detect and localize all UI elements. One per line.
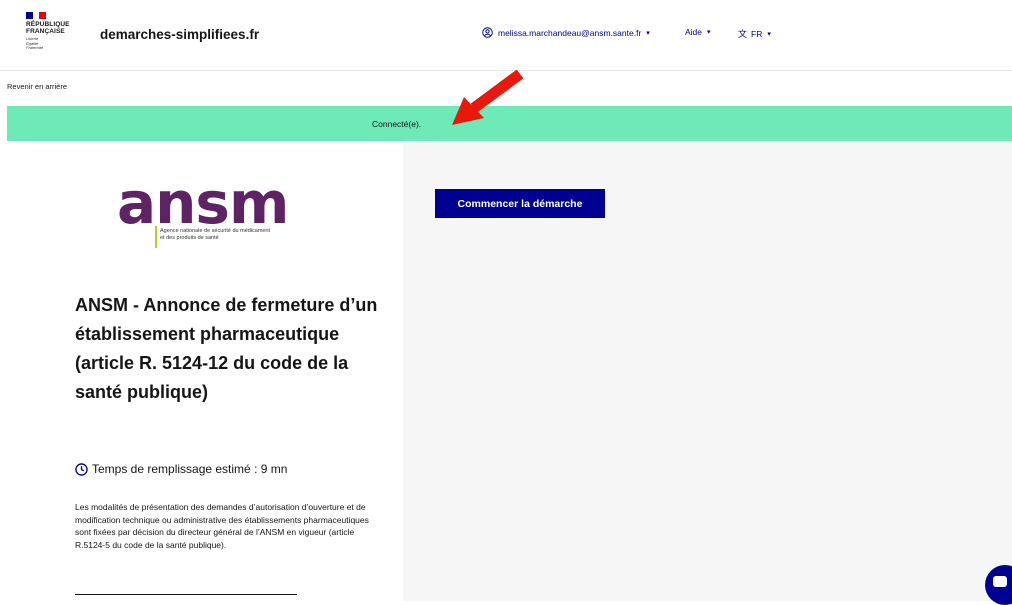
ansm-logo: ansm Agence nationale de sécurité du méd… (117, 169, 347, 261)
help-menu[interactable]: Aide ▾ (685, 27, 711, 37)
start-procedure-button[interactable]: Commencer la démarche (435, 189, 605, 218)
ansm-logo-word: ansm (117, 169, 289, 237)
translate-icon: 文 (738, 29, 748, 39)
language-menu[interactable]: 文 FR ▾ (738, 27, 771, 40)
republique-label: RÉPUBLIQUE FRANÇAISE (26, 21, 70, 35)
annotation-arrow-icon (452, 70, 523, 125)
procedure-description-panel: ansm Agence nationale de sécurité du méd… (7, 141, 403, 601)
ansm-logo-accent-bar (155, 226, 157, 248)
language-label: FR (751, 28, 763, 39)
back-link[interactable]: Revenir en arrière (7, 82, 67, 91)
user-circle-icon (482, 27, 493, 38)
flash-message: Connecté(e). (372, 119, 422, 129)
chevron-down-icon: ▾ (646, 29, 650, 37)
estimated-duration: Temps de remplissage estimé : 9 mn (75, 462, 287, 476)
header: RÉPUBLIQUE FRANÇAISE Liberté Égalité Fra… (0, 0, 1012, 71)
chevron-down-icon: ▾ (707, 29, 711, 36)
procedure-title: ANSM - Annonce de fermeture d’un établis… (75, 295, 378, 402)
devise: Liberté Égalité Fraternité (26, 36, 44, 50)
republique-francaise-logo[interactable]: RÉPUBLIQUE FRANÇAISE Liberté Égalité Fra… (26, 12, 70, 51)
help-label: Aide (685, 27, 703, 37)
site-name-link[interactable]: demarches-simplifiees.fr (100, 27, 259, 42)
user-menu[interactable]: melissa.marchandeau@ansm.sante.fr ▾ (482, 27, 650, 38)
ansm-logo-tagline: Agence nationale de sécurité du médicame… (160, 228, 271, 241)
procedure-action-panel: Commencer la démarche (403, 141, 1012, 601)
estimated-duration-text: Temps de remplissage estimé : 9 mn (92, 462, 288, 476)
user-email: melissa.marchandeau@ansm.sante.fr (498, 27, 642, 38)
chevron-down-icon: ▾ (767, 30, 771, 38)
flag-icon (26, 12, 47, 19)
chat-icon (993, 576, 1007, 587)
procedure-description: Les modalités de présentation des demand… (75, 502, 369, 550)
divider (75, 594, 297, 595)
clock-icon (75, 462, 88, 476)
